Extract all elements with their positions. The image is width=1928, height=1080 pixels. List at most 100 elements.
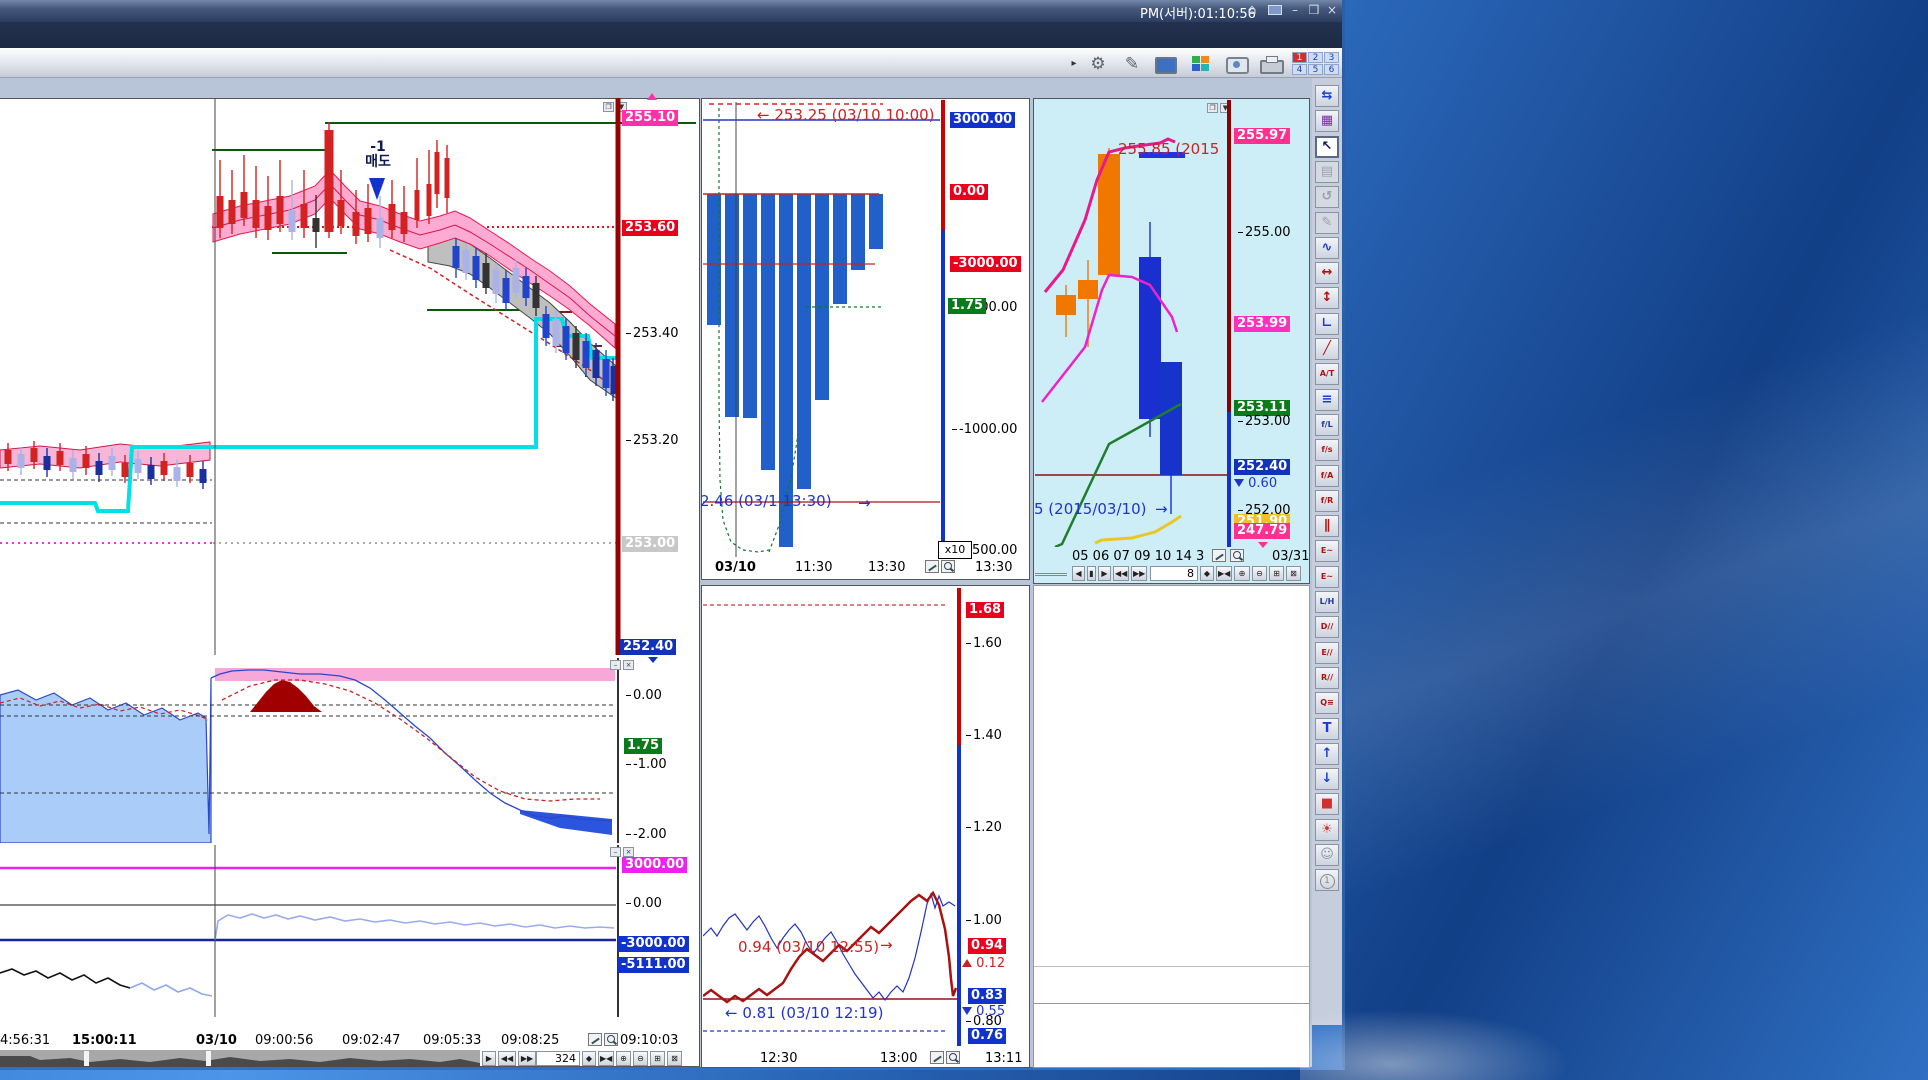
arrow-up-icon[interactable]: ↑	[1315, 743, 1339, 765]
zoom-in-button[interactable]: ⊕	[1234, 566, 1250, 581]
elliott-wave2-icon[interactable]: E~	[1315, 566, 1339, 588]
zigzag-line-icon[interactable]: ∿	[1315, 237, 1339, 259]
bar-count-input[interactable]: 324	[536, 1051, 580, 1066]
oscillator-pane[interactable]	[0, 658, 700, 843]
pane-restore-icon[interactable]: ❐	[1207, 103, 1218, 113]
vertical-line-icon[interactable]: ↕	[1315, 287, 1339, 309]
ratio-chart[interactable]	[703, 588, 957, 1046]
page-button-2[interactable]: 2	[1308, 52, 1323, 63]
series-rect	[215, 668, 615, 681]
fib-fan-icon[interactable]: f/s	[1315, 439, 1339, 461]
horizontal-line-icon[interactable]: ↔	[1315, 262, 1339, 284]
grid-button[interactable]: ⊞	[1269, 566, 1284, 581]
diagonal-line-icon[interactable]: ╱	[1315, 338, 1339, 360]
screen-icon[interactable]	[1155, 57, 1177, 74]
e-hatch-icon[interactable]: E//	[1315, 642, 1339, 664]
pattern-grid-icon[interactable]: ▦	[1315, 110, 1339, 132]
x-label: 09:05:33	[423, 1033, 481, 1048]
zoom-out-button[interactable]: ⊖	[633, 1051, 648, 1066]
flow-pane[interactable]	[0, 845, 700, 1017]
zoom-mode-button[interactable]	[604, 1033, 618, 1046]
close-button[interactable]: ×	[1323, 2, 1341, 18]
arrow-down-icon[interactable]: ↓	[1315, 768, 1339, 790]
fl-bars-icon[interactable]: f/L	[1315, 414, 1339, 436]
page-button-4[interactable]: 4	[1292, 64, 1307, 75]
low-high-icon[interactable]: L/H	[1315, 591, 1339, 613]
minimize-button[interactable]: –	[1286, 2, 1304, 18]
draw-mode-button[interactable]	[1212, 549, 1226, 562]
close-pane-button[interactable]: ⊠	[667, 1051, 682, 1066]
cursor-icon[interactable]: ↖	[1315, 136, 1339, 158]
price-chart[interactable]	[0, 98, 700, 655]
printer-icon[interactable]	[1260, 60, 1284, 74]
page-button-6[interactable]: 6	[1324, 64, 1339, 75]
candle-body	[1056, 295, 1076, 315]
settings-gear-icon[interactable]: ⚙	[1086, 53, 1110, 75]
nav-rew-button[interactable]: ◀◀	[498, 1051, 516, 1066]
elliott-wave-icon[interactable]: E~	[1315, 540, 1339, 562]
zoom-in-button[interactable]: ⊕	[616, 1051, 631, 1066]
pane3-minimize-icon[interactable]: –	[610, 847, 621, 857]
draw-mode-button[interactable]	[925, 560, 939, 573]
candle-body	[5, 450, 12, 464]
zoom-out-button[interactable]: ⊖	[1252, 566, 1267, 581]
grid-button[interactable]: ⊞	[650, 1051, 665, 1066]
fib-retrace-icon[interactable]: f/R	[1315, 490, 1339, 512]
chart-navigator[interactable]	[0, 1050, 480, 1067]
candle-body	[427, 184, 432, 216]
undo-disabled-icon[interactable]: ↺	[1315, 186, 1339, 208]
down-triangle-icon	[1234, 479, 1244, 487]
scroll-left-button[interactable]: ◀	[1072, 566, 1085, 581]
sync-icon[interactable]: ⇆	[1315, 85, 1339, 107]
draw-mode-button[interactable]	[930, 1051, 944, 1064]
profile-chart[interactable]	[703, 100, 940, 557]
pane3-close-icon[interactable]: ×	[623, 847, 634, 857]
maximize-button[interactable]: ❒	[1305, 2, 1323, 18]
memo-pen-icon[interactable]: ✎	[1120, 53, 1144, 75]
nav-collapse-button[interactable]: ▶◀	[598, 1051, 614, 1066]
nav-rew-button[interactable]: ◀◀	[1113, 566, 1129, 581]
fib-lines-icon[interactable]: ≡	[1315, 389, 1339, 411]
title-bar[interactable]: PM(서버):01:10:56 ⌂ – ❒ ×	[0, 0, 1342, 22]
candle-body	[135, 459, 142, 473]
draw-disabled-icon[interactable]: ✎	[1315, 212, 1339, 234]
parallel-lines-icon[interactable]: ∥	[1315, 515, 1339, 537]
angle-line-icon[interactable]: ∟	[1315, 313, 1339, 335]
toolbar-expand-icon[interactable]: ▸	[1068, 53, 1080, 75]
draw-mode-button[interactable]	[588, 1033, 602, 1046]
zoom-mode-button[interactable]	[1230, 549, 1244, 562]
quote-list-icon[interactable]: Q≡	[1315, 692, 1339, 714]
text-label-icon[interactable]: A/T	[1315, 363, 1339, 385]
nav-play-button[interactable]: ▶	[482, 1051, 496, 1066]
nav-ff-button[interactable]: ▶▶	[518, 1051, 536, 1066]
capture-camera-icon[interactable]	[1226, 57, 1249, 74]
close-pane-button[interactable]: ⊠	[1286, 566, 1301, 581]
daily-chart[interactable]	[1035, 100, 1227, 547]
page-button-5[interactable]: 5	[1308, 64, 1323, 75]
square-marker-icon[interactable]: ■	[1315, 793, 1339, 815]
burst-marker-icon[interactable]: ☀	[1315, 819, 1339, 841]
monitor-icon[interactable]	[1265, 2, 1283, 18]
page-button-3[interactable]: 3	[1324, 52, 1339, 63]
chart-tool-disabled-icon[interactable]: ▤	[1315, 161, 1339, 183]
scroll-thumb[interactable]: ▮	[1087, 566, 1096, 581]
daily-bar-count-input[interactable]: 8	[1150, 566, 1198, 581]
scroll-right-button[interactable]: ▶	[1098, 566, 1111, 581]
text-tool-icon[interactable]: T	[1315, 718, 1339, 740]
pane2-minimize-icon[interactable]: –	[610, 660, 621, 670]
nav-collapse-button[interactable]: ▶◀	[1216, 566, 1232, 581]
fib-arc-icon[interactable]: f/A	[1315, 465, 1339, 487]
r-hatch-icon[interactable]: R//	[1315, 667, 1339, 689]
pane2-close-icon[interactable]: ×	[623, 660, 634, 670]
nav-diamond-button[interactable]: ◆	[1200, 566, 1214, 581]
home-icon[interactable]: ⌂	[1243, 2, 1261, 18]
layout-grid-icon[interactable]	[1192, 56, 1210, 72]
d-hatch-icon[interactable]: D//	[1315, 616, 1339, 638]
zoom-mode-button[interactable]	[946, 1051, 960, 1064]
nav-ff-button[interactable]: ▶▶	[1131, 566, 1147, 581]
nav-diamond-button[interactable]: ◆	[582, 1051, 596, 1066]
number-marker-icon[interactable]: 1	[1315, 869, 1339, 891]
zoom-mode-button[interactable]	[941, 560, 955, 573]
page-button-1[interactable]: 1	[1292, 52, 1307, 63]
smiley-marker-icon[interactable]: ☺	[1315, 844, 1339, 866]
